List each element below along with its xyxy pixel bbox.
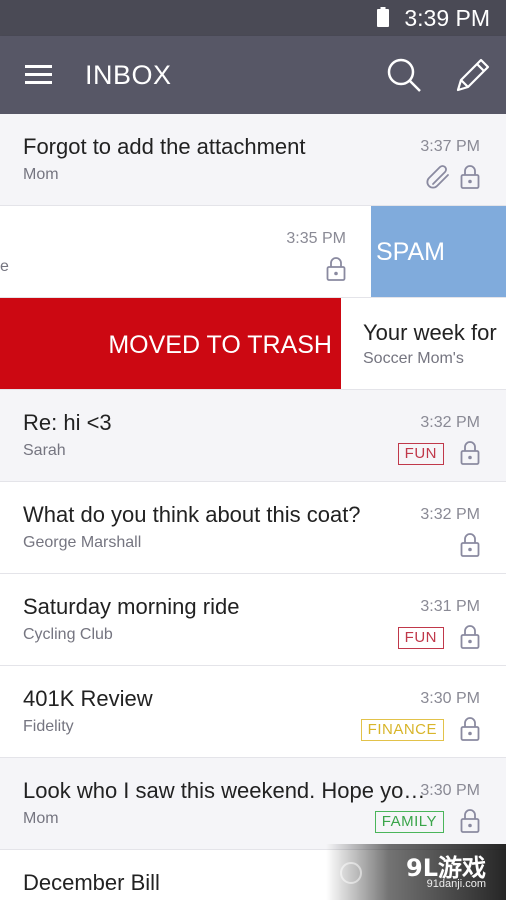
email-time: 3:32 PM [420,506,480,523]
email-time: 3:30 PM [420,690,480,707]
attachment-icon [426,165,449,189]
search-icon[interactable] [386,56,422,94]
email-sender: e [0,258,9,275]
lock-icon [460,717,480,741]
watermark: 9L游戏 91danji.com [326,844,506,900]
email-sender: Mom [23,810,59,827]
email-row-content: Your week for Soccer Mom's [341,298,506,389]
email-subject: Saturday morning ride [23,594,240,619]
trash-action[interactable]: MOVED TO TRASH [0,298,341,389]
email-subject: Forgot to add the attachment [23,134,306,159]
lock-icon [326,257,346,281]
lock-icon [460,441,480,465]
tag-badge: FUN [397,627,444,649]
email-sender: Fidelity [23,718,74,735]
email-time: 3:35 PM [286,230,346,247]
status-time: 3:39 PM [404,5,490,31]
email-subject: 401K Review [23,686,153,711]
spam-label: SPAM [376,238,445,266]
email-subject: Look who I saw this weekend. Hope yo… [23,778,426,803]
email-row[interactable]: Forgot to add the attachment Mom 3:37 PM [0,114,506,206]
email-subject: December Bill [23,870,160,895]
tag-badge: FINANCE [360,719,444,741]
email-sender: Sarah [23,442,66,459]
email-sender: Cycling Club [23,626,113,643]
lock-icon [460,165,480,189]
battery-icon [377,7,389,27]
tag-badge: FAMILY [374,811,444,833]
hamburger-menu-icon[interactable] [24,62,54,88]
lock-icon [460,625,480,649]
pencil-compose-icon[interactable] [454,56,490,94]
email-list: Forgot to add the attachment Mom 3:37 PM… [0,114,506,900]
spam-action[interactable]: SPAM [371,206,506,297]
email-time: 3:32 PM [420,414,480,431]
email-time: 3:31 PM [420,598,480,615]
tag-badge: FUN [397,443,444,465]
trash-label: MOVED TO TRASH [108,331,332,359]
page-title: INBOX [85,60,172,90]
email-sender: Soccer Mom's [363,350,464,367]
email-row-content: e 3:35 PM [0,206,371,297]
email-time: 3:37 PM [420,138,480,155]
email-subject: Your week for [363,320,497,345]
lock-icon [460,533,480,557]
email-row[interactable]: Re: hi <3 Sarah 3:32 PM FUN [0,390,506,482]
watermark-site: 91danji.com [426,878,486,890]
email-row-swiped-trash[interactable]: MOVED TO TRASH Your week for Soccer Mom'… [0,298,506,390]
app-bar: INBOX [0,36,506,114]
lock-icon [460,809,480,833]
email-row[interactable]: What do you think about this coat? Georg… [0,482,506,574]
email-sender: Mom [23,166,59,183]
fab-circle-icon [340,862,362,884]
email-time: 3:30 PM [420,782,480,799]
email-sender: George Marshall [23,534,142,551]
email-row[interactable]: 401K Review Fidelity 3:30 PM FINANCE [0,666,506,758]
status-bar: 3:39 PM [0,0,506,36]
email-row-swiped-spam[interactable]: e 3:35 PM SPAM [0,206,506,298]
email-row[interactable]: Look who I saw this weekend. Hope yo… Mo… [0,758,506,850]
email-subject: What do you think about this coat? [23,502,361,527]
email-subject: Re: hi <3 [23,410,112,435]
email-row[interactable]: Saturday morning ride Cycling Club 3:31 … [0,574,506,666]
